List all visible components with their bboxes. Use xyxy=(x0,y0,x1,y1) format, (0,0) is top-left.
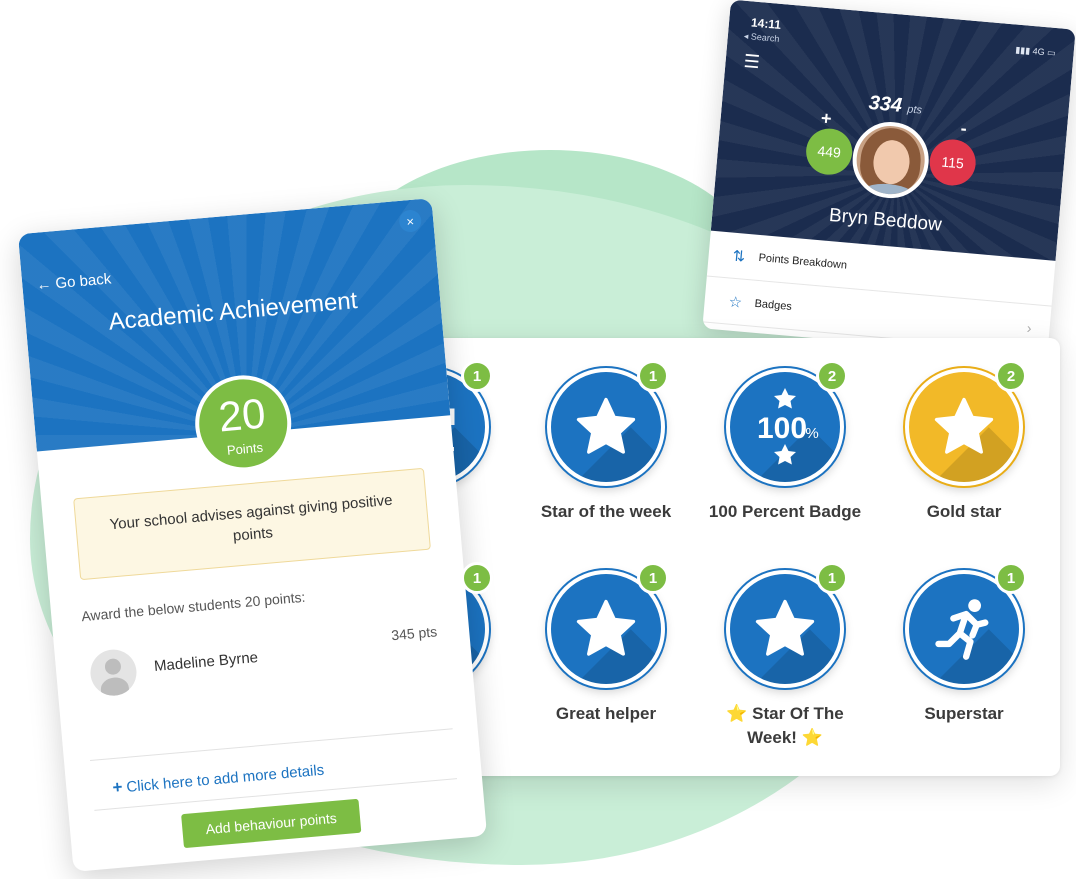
signal-icon: ▮▮▮ xyxy=(1014,44,1034,57)
student-name: Madeline Byrne xyxy=(153,649,259,676)
badges-panel: 1 vedk 1 Star of the week 100 % 2 100 Pe… xyxy=(371,338,1060,776)
badge-count: 2 xyxy=(995,360,1027,392)
hamburger-menu-icon[interactable]: ☰ xyxy=(743,51,761,73)
plus-icon: + xyxy=(111,777,124,798)
student-points: 345 pts xyxy=(390,623,438,644)
badge-count: 1 xyxy=(637,360,669,392)
award-points-modal: × ← Go back Academic Achievement 20 Poin… xyxy=(17,198,488,872)
badge-name: Gold star xyxy=(926,502,1002,521)
chevron-right-icon: › xyxy=(1026,319,1033,336)
badge-name: ⭐ Star Of The Week! ⭐ xyxy=(726,704,844,747)
badge-count: 2 xyxy=(816,360,848,392)
badge-gold-star[interactable]: 2 Gold star xyxy=(879,360,1049,524)
badge-name: Superstar xyxy=(924,704,1004,723)
star-outline-icon: ☆ xyxy=(727,293,743,312)
badge-superstar[interactable]: 1 Superstar xyxy=(879,562,1049,726)
menu-item-label: Badges xyxy=(754,297,793,313)
advice-notice: Your school advises against giving posit… xyxy=(73,467,431,581)
positive-sign: + xyxy=(820,107,833,129)
badge-great-helper[interactable]: 1 Great helper xyxy=(521,562,691,726)
divider xyxy=(89,728,453,762)
menu-item-label: Points Breakdown xyxy=(758,251,848,272)
add-behaviour-points-button[interactable]: Add behaviour points xyxy=(181,798,362,849)
badge-star-of-the-week-emoji[interactable]: 1 ⭐ Star Of The Week! ⭐ xyxy=(700,562,870,750)
svg-text:100: 100 xyxy=(757,412,807,445)
award-instruction: Award the below students 20 points: xyxy=(80,588,306,625)
sort-list-icon: ⇅ xyxy=(731,247,746,266)
badge-count: 1 xyxy=(461,360,493,392)
badge-count: 1 xyxy=(995,562,1027,594)
svg-text:%: % xyxy=(805,425,818,442)
badge-name: 100 Percent Badge xyxy=(708,502,862,521)
badge-name: Great helper xyxy=(555,704,657,723)
student-profile-card: 14:11 ◂ Search ☰ ▮▮▮ 4G ▭ 334 pts + - 44… xyxy=(702,0,1076,359)
badge-star-of-the-week[interactable]: 1 Star of the week xyxy=(521,360,691,524)
badge-count: 1 xyxy=(461,562,493,594)
badge-100-percent[interactable]: 100 % 2 100 Percent Badge xyxy=(700,360,870,524)
profile-header: 14:11 ◂ Search ☰ ▮▮▮ 4G ▭ 334 pts + - 44… xyxy=(710,0,1076,261)
battery-icon: ▭ xyxy=(1044,47,1057,59)
arrow-left-icon: ← xyxy=(35,275,57,294)
points-value: 20 xyxy=(216,389,268,441)
badge-count: 1 xyxy=(816,562,848,594)
badge-name: Star of the week xyxy=(540,502,672,521)
status-time: 14:11 xyxy=(750,15,782,32)
badge-count: 1 xyxy=(637,562,669,594)
student-avatar-placeholder xyxy=(88,647,139,698)
